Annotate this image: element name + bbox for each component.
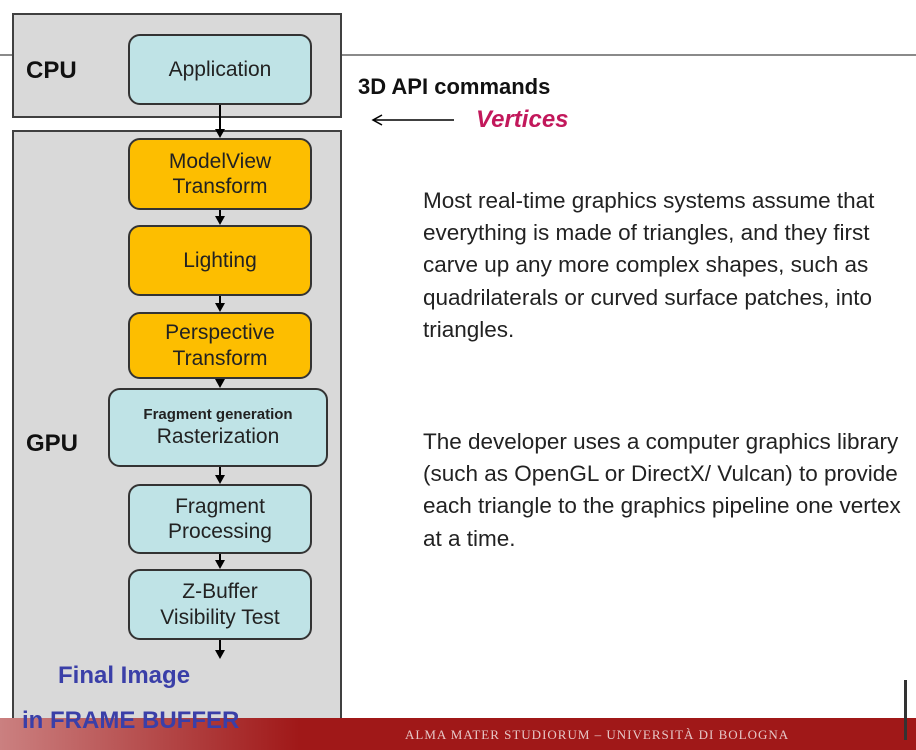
arrowhead [215, 216, 225, 225]
fragment-processing-node: Fragment Processing [128, 484, 312, 554]
arrowhead [215, 379, 225, 388]
arrow-application-to-modelview [219, 105, 221, 129]
left-arrow-icon [371, 114, 454, 126]
node-label: Z-Buffer [182, 580, 258, 604]
application-node: Application [128, 34, 312, 105]
node-label: Visibility Test [160, 605, 280, 629]
arrow-lighting-to-perspective [219, 296, 221, 303]
modelview-transform-node: ModelView Transform [128, 138, 312, 210]
arrow-rasterization-to-fragment [219, 467, 221, 475]
node-label: Transform [172, 175, 268, 198]
paragraph-developer: The developer uses a computer graphics l… [423, 429, 901, 551]
node-label: Perspective [165, 321, 275, 345]
gpu-label: GPU [26, 430, 79, 457]
cpu-label: CPU [26, 57, 77, 84]
api-commands-label: 3D API commands [358, 74, 551, 99]
final-image-label: Final Image [58, 662, 191, 689]
lighting-node: Lighting [128, 225, 312, 296]
slide-edge-bar [904, 680, 907, 740]
node-label: Transform [172, 346, 268, 370]
vertices-label: Vertices [476, 106, 569, 133]
arrow-zbuffer-to-output [219, 640, 221, 650]
arrowhead [215, 560, 225, 569]
node-label: Lighting [183, 248, 257, 272]
node-label: ModelView [168, 149, 272, 173]
arrowhead [215, 650, 225, 659]
frame-buffer-label: in FRAME BUFFER [22, 707, 240, 734]
paragraph-triangles: Most real-time graphics systems assume t… [423, 188, 875, 342]
rasterization-node: Fragment generation Rasterization [108, 388, 328, 467]
node-label: Fragment [175, 494, 265, 518]
node-label: Application [168, 57, 272, 81]
node-sublabel: Fragment generation [143, 405, 293, 423]
z-buffer-node: Z-Buffer Visibility Test [128, 569, 312, 640]
node-label: Rasterization [156, 424, 280, 448]
arrowhead [215, 303, 225, 312]
institution-name: ALMA MATER STUDIORUM – UNIVERSITÀ DI BOL… [405, 727, 790, 742]
node-label: Processing [168, 520, 272, 543]
arrowhead [215, 475, 225, 484]
perspective-transform-node: Perspective Transform [128, 312, 312, 379]
arrowhead [215, 129, 225, 138]
